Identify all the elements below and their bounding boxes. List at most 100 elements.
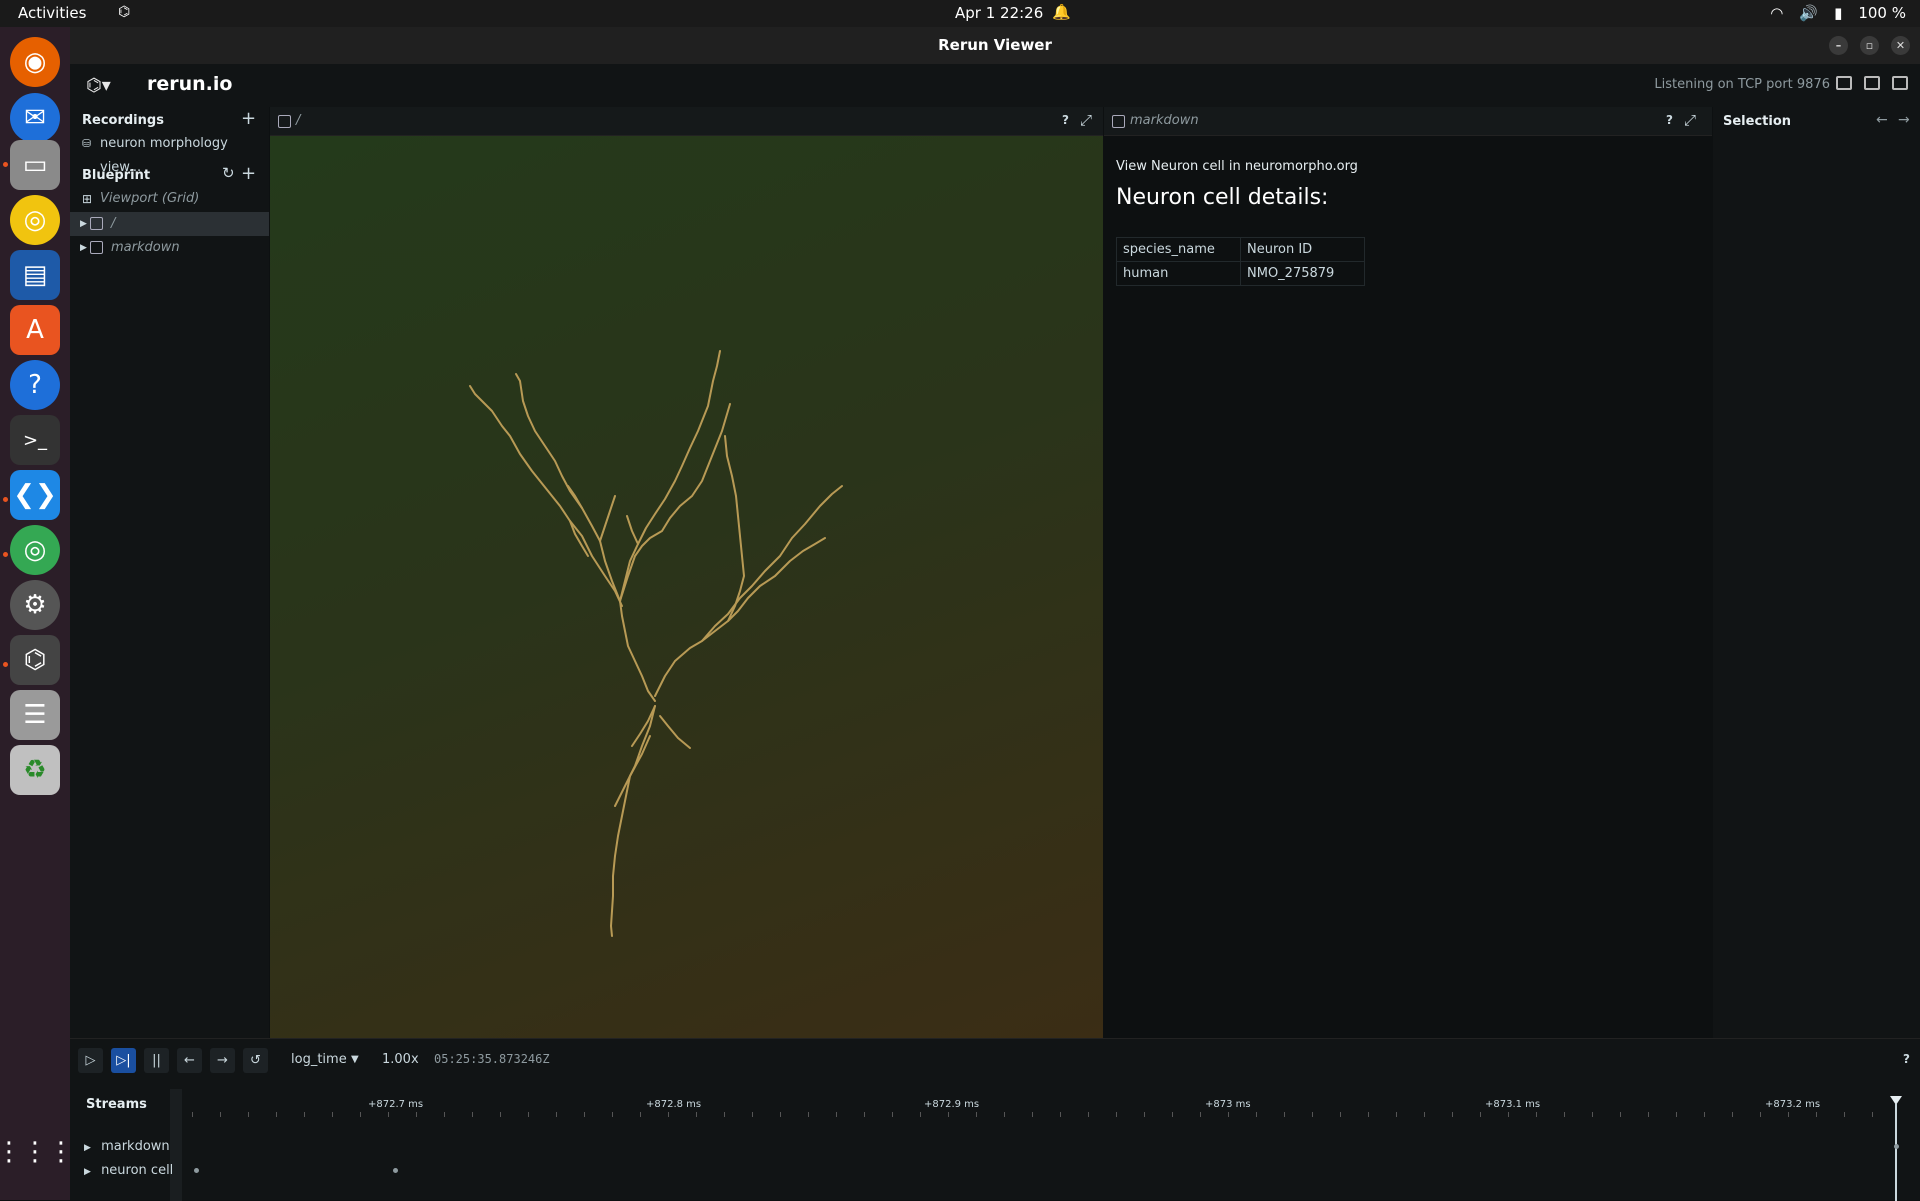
settings-icon[interactable]: ⚙ — [10, 580, 60, 630]
selection-forward-icon[interactable]: → — [1898, 112, 1910, 128]
selection-back-icon[interactable]: ← — [1876, 112, 1888, 128]
close-button[interactable]: ✕ — [1891, 36, 1910, 55]
expand-arrow-icon[interactable]: ▶ — [84, 1143, 91, 1153]
ruler-tick — [1480, 1112, 1481, 1117]
neuron-dendrite — [567, 485, 583, 509]
writer-icon[interactable]: ▤ — [10, 250, 60, 300]
running-indicator — [3, 552, 8, 557]
ruler-tick — [1676, 1112, 1677, 1117]
tree-item-spatial[interactable]: ▶ / — [70, 212, 269, 236]
ruler-tick — [584, 1112, 585, 1117]
step-back-button[interactable]: ← — [177, 1048, 202, 1073]
rhythmbox-icon[interactable]: ◎ — [10, 195, 60, 245]
expand-arrow-icon[interactable]: ▶ — [80, 212, 87, 236]
activities-button[interactable]: Activities — [18, 4, 86, 22]
maximize-view-icon[interactable]: ⤢ — [1684, 111, 1696, 129]
vscode-icon[interactable]: ❮❯ — [10, 470, 60, 520]
recording-item[interactable]: ⛁ neuron morphology view... — [70, 132, 269, 175]
rerun-dock-icon[interactable]: ⌬ — [10, 635, 60, 685]
firefox-icon[interactable]: ◉ — [10, 37, 60, 87]
ruler-tick — [1396, 1112, 1397, 1117]
ruler-tick — [1256, 1112, 1257, 1117]
maximize-view-icon[interactable]: ⤢ — [1080, 111, 1092, 129]
minimize-button[interactable]: – — [1829, 36, 1848, 55]
notification-bell-icon[interactable]: 🔔 — [1052, 3, 1071, 21]
markdown-view-tab[interactable]: markdown ? ⤢ — [1104, 107, 1712, 136]
ruler-tick — [920, 1112, 921, 1117]
event-marker[interactable] — [194, 1168, 199, 1173]
playback-speed[interactable]: 1.00x — [382, 1052, 419, 1067]
table-header-cell: species_name — [1116, 237, 1241, 262]
left-panel: Recordings + ⛁ neuron morphology view...… — [70, 107, 269, 1038]
reset-blueprint-button[interactable]: ↻ — [222, 164, 235, 182]
help-icon[interactable]: ? — [10, 360, 60, 410]
ruler-tick — [1200, 1112, 1201, 1117]
system-clock[interactable]: Apr 1 22:26 — [955, 4, 1043, 22]
chrome-icon[interactable]: ◎ — [10, 525, 60, 575]
spatial-canvas[interactable] — [270, 136, 1103, 1038]
viewport-item[interactable]: ⊞ Viewport (Grid) — [70, 187, 269, 211]
database-icon: ⛁ — [82, 137, 92, 150]
pause-button[interactable]: || — [144, 1048, 169, 1073]
expand-arrow-icon[interactable]: ▶ — [84, 1167, 91, 1177]
maximize-button[interactable]: ▫ — [1860, 36, 1879, 55]
app-center-icon[interactable]: A — [10, 305, 60, 355]
ruler-tick — [500, 1112, 501, 1117]
table-header-cell: Neuron ID — [1240, 237, 1365, 262]
stream-row-markdown[interactable]: ▶ markdown — [84, 1139, 170, 1154]
timeline-selector[interactable]: log_time — [291, 1052, 347, 1067]
viewport-label: Viewport (Grid) — [100, 191, 200, 206]
system-tray[interactable]: ◠ 🔊 ▮ 100 % — [1770, 4, 1906, 22]
neuron-dendrite — [619, 403, 731, 602]
toggle-bottom-panel-icon[interactable] — [1864, 76, 1880, 90]
text-editor-icon[interactable]: ☰ — [10, 690, 60, 740]
time-cursor[interactable] — [1895, 1104, 1897, 1201]
loop-button[interactable]: ↺ — [243, 1048, 268, 1073]
follow-button[interactable]: ▷| — [111, 1048, 136, 1073]
spatial-view-tab[interactable]: / ? ⤢ — [270, 107, 1103, 136]
ruler-tick — [1844, 1112, 1845, 1117]
files-icon[interactable]: ▭ — [10, 140, 60, 190]
toggle-left-panel-icon[interactable] — [1836, 76, 1852, 90]
add-view-button[interactable]: + — [241, 163, 256, 184]
battery-icon: ▮ — [1834, 4, 1843, 22]
trash-icon[interactable]: ♻ — [10, 745, 60, 795]
help-icon[interactable]: ? — [1062, 113, 1069, 127]
battery-percent: 100 % — [1858, 4, 1906, 22]
ruler-tick — [1592, 1112, 1593, 1117]
ruler-tick — [1088, 1112, 1089, 1117]
stream-row-neuron-cell[interactable]: ▶ neuron cell — [84, 1163, 173, 1178]
terminal-icon[interactable]: >_ — [10, 415, 60, 465]
markdown-view-panel: markdown ? ⤢ View Neuron cell in neuromo… — [1104, 107, 1712, 1038]
tree-item-label: markdown — [111, 240, 180, 255]
current-time[interactable]: 05:25:35.873246Z — [434, 1052, 550, 1066]
tree-item-markdown[interactable]: ▶ markdown — [70, 236, 269, 260]
ruler-tick — [1228, 1112, 1229, 1117]
recordings-header: Recordings — [82, 113, 164, 128]
toggle-right-panel-icon[interactable] — [1892, 76, 1908, 90]
thunderbird-icon[interactable]: ✉ — [10, 93, 60, 143]
spatial-tab-label: / — [296, 113, 301, 128]
chevron-down-icon[interactable]: ▼ — [351, 1054, 359, 1065]
ruler-tick — [1284, 1112, 1285, 1117]
rerun-tray-icon[interactable]: ⌬ — [118, 4, 130, 20]
step-forward-button[interactable]: → — [210, 1048, 235, 1073]
app-top-bar: ⌬▾ rerun.io Listening on TCP port 9876 — [70, 64, 1920, 107]
table-header-row: species_name Neuron ID — [1116, 237, 1365, 262]
window-title: Rerun Viewer — [938, 36, 1052, 54]
expand-arrow-icon[interactable]: ▶ — [80, 236, 87, 260]
add-recording-button[interactable]: + — [241, 108, 256, 129]
event-marker[interactable] — [1894, 1144, 1899, 1149]
event-marker[interactable] — [393, 1168, 398, 1173]
rerun-menu-icon[interactable]: ⌬▾ — [86, 75, 111, 96]
neuromorpho-link[interactable]: View Neuron cell in neuromorpho.org — [1116, 159, 1358, 174]
help-icon[interactable]: ? — [1666, 113, 1673, 127]
selection-title: Selection — [1723, 114, 1792, 129]
ruler-tick — [276, 1112, 277, 1117]
help-icon[interactable]: ? — [1903, 1052, 1910, 1066]
play-button[interactable]: ▷ — [78, 1048, 103, 1073]
neuron-soma-trunk — [619, 600, 656, 702]
streams-divider[interactable] — [170, 1089, 182, 1201]
app-grid-icon[interactable]: ⋮⋮⋮ — [0, 1127, 74, 1177]
streams-header: Streams — [86, 1097, 147, 1112]
